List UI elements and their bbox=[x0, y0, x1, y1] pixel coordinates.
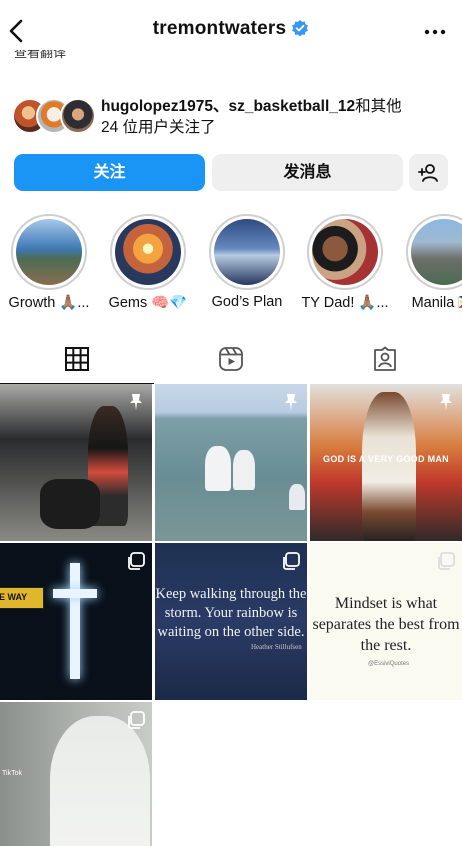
post-handle: @EssiviQuotes bbox=[368, 661, 410, 667]
highlight-cover bbox=[214, 219, 280, 285]
profile-tabs bbox=[0, 336, 462, 384]
suggest-users-button[interactable] bbox=[409, 154, 448, 191]
highlight-cover bbox=[115, 219, 181, 285]
tab-posts[interactable] bbox=[0, 336, 154, 384]
post-tile[interactable]: TikTok bbox=[0, 702, 152, 846]
post-figure bbox=[289, 484, 305, 510]
pin-icon bbox=[285, 394, 297, 410]
highlight-label: TY Dad! 🙏🏽... bbox=[301, 295, 389, 311]
tiktok-watermark: TikTok bbox=[2, 770, 22, 777]
profile-header: tremontwaters 查看翻译 bbox=[0, 0, 462, 60]
highlight-cover bbox=[16, 219, 82, 285]
username-label: tremontwaters bbox=[152, 18, 287, 39]
cross-shape bbox=[70, 563, 80, 679]
post-quote: Mindset is what separates the best from … bbox=[312, 595, 460, 654]
highlight-item[interactable]: Growth 🙏🏽... bbox=[5, 214, 93, 311]
post-tile[interactable]: Keep walking through the storm. Your rai… bbox=[155, 543, 307, 700]
post-tile[interactable] bbox=[155, 384, 307, 541]
highlight-ring bbox=[307, 214, 383, 290]
profile-title: tremontwaters bbox=[0, 18, 462, 40]
highlight-label: God’s Plan bbox=[211, 294, 283, 310]
followed-by-section[interactable]: hugolopez1975、sz_basketball_12和其他 24 位用户… bbox=[12, 94, 452, 144]
highlight-item[interactable]: Manila 🇵🇭 bbox=[400, 214, 462, 311]
post-caption: GOD IS A VERY GOOD MAN bbox=[323, 454, 449, 464]
tab-reels[interactable] bbox=[154, 336, 308, 384]
highlight-label: Gems 🧠💎 bbox=[108, 295, 188, 311]
carousel-icon bbox=[128, 552, 145, 570]
message-button[interactable]: 发消息 bbox=[212, 154, 403, 191]
reels-icon bbox=[219, 347, 243, 371]
mutual-avatars bbox=[12, 98, 96, 138]
highlight-ring bbox=[11, 214, 87, 290]
post-figure bbox=[233, 450, 255, 490]
highlight-cover bbox=[411, 219, 462, 285]
highlight-label: Manila 🇵🇭 bbox=[411, 295, 462, 311]
highlight-cover bbox=[312, 219, 378, 285]
avatar bbox=[60, 98, 96, 134]
post-quote: Keep walking through the storm. Your rai… bbox=[155, 586, 307, 640]
carousel-icon bbox=[283, 552, 300, 570]
tab-tagged[interactable] bbox=[308, 336, 462, 384]
post-tile[interactable]: Mindset is what separates the best from … bbox=[310, 543, 462, 700]
post-author: Heather Stillufsen bbox=[251, 643, 302, 651]
add-person-icon bbox=[418, 164, 438, 182]
post-tile[interactable]: E WAY bbox=[0, 543, 152, 700]
pin-icon bbox=[440, 394, 452, 410]
post-figure bbox=[50, 716, 150, 846]
highlight-item[interactable]: TY Dad! 🙏🏽... bbox=[301, 214, 389, 311]
verified-badge-icon bbox=[292, 19, 309, 37]
highlight-ring bbox=[209, 214, 285, 290]
cut-off-translate-text[interactable]: 查看翻译 bbox=[14, 50, 66, 60]
highlight-ring bbox=[110, 214, 186, 290]
followed-by-text: hugolopez1975、sz_basketball_12和其他 24 位用户… bbox=[101, 96, 461, 138]
highlight-ring bbox=[406, 214, 462, 290]
post-figure bbox=[362, 392, 416, 541]
carousel-icon bbox=[438, 552, 455, 570]
tagged-person-icon bbox=[374, 346, 396, 371]
grid-icon bbox=[65, 347, 89, 371]
highlight-label: Growth 🙏🏽... bbox=[8, 295, 90, 311]
post-tile[interactable]: GOD IS A VERY GOOD MAN bbox=[310, 384, 462, 541]
carousel-icon bbox=[128, 711, 145, 729]
highlight-item[interactable]: God’s Plan bbox=[203, 214, 291, 310]
post-tile[interactable] bbox=[0, 384, 152, 541]
cross-shape bbox=[53, 589, 97, 598]
followed-by-suffix: 和其他 bbox=[355, 98, 402, 115]
pin-icon bbox=[130, 394, 142, 410]
highlight-item[interactable]: Gems 🧠💎 bbox=[104, 214, 192, 311]
post-street-sign: E WAY bbox=[0, 587, 44, 609]
more-horizontal-icon[interactable] bbox=[422, 22, 448, 42]
followed-by-names: hugolopez1975、sz_basketball_12 bbox=[101, 98, 356, 115]
post-figure bbox=[40, 479, 100, 529]
follow-button[interactable]: 关注 bbox=[14, 154, 205, 191]
story-highlights: Growth 🙏🏽... Gems 🧠💎 God’s Plan TY Dad! … bbox=[0, 214, 462, 314]
post-figure bbox=[205, 446, 231, 491]
followed-by-count: 24 位用户关注了 bbox=[101, 119, 216, 136]
